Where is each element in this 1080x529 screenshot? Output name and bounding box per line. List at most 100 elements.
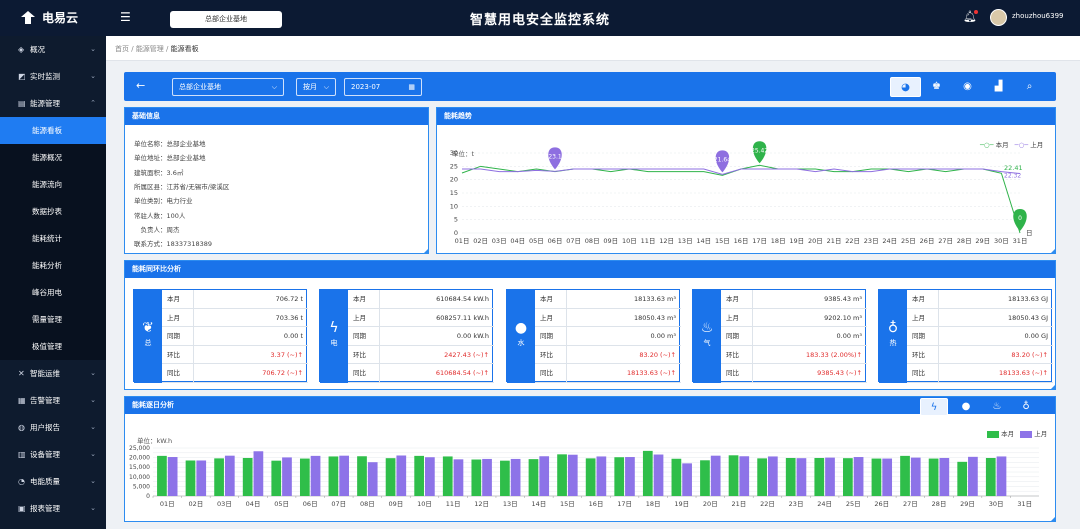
bar-本月 <box>271 460 282 496</box>
info-line: 单位名称：总部企业基地 <box>134 140 206 148</box>
bar-上月 <box>539 456 550 496</box>
card-row-value: 9385.43 m³ <box>824 295 862 303</box>
x-tick-label: 23日 <box>789 500 804 508</box>
bar-上月 <box>825 457 835 496</box>
pie-chart-view-button[interactable]: ◕ <box>890 77 921 97</box>
sidebar-item-3[interactable]: ✕ 智能运维 ⌄ <box>0 360 106 387</box>
sidebar-item-5[interactable]: ◍ 用户报告 ⌄ <box>0 414 106 441</box>
bar-上月 <box>425 457 435 496</box>
card-row: 本月 610684.54 kW.h <box>348 290 494 309</box>
bar-本月 <box>985 457 996 496</box>
sidebar-subitem-0[interactable]: 能源看板 <box>0 117 106 144</box>
chevron-down-icon: ⌄ <box>90 504 96 512</box>
sidebar-subitem-6[interactable]: 峰谷用电 <box>0 279 106 306</box>
sidebar-item-7[interactable]: ◔ 电能质量 ⌄ <box>0 468 106 495</box>
bar-本月 <box>414 455 425 496</box>
x-tick-label: 10日 <box>417 500 432 508</box>
org-filter-select[interactable]: 总部企业基地 ⌵ <box>172 78 284 96</box>
card-row-value: 9202.10 m³ <box>824 313 862 322</box>
bar-本月 <box>728 455 739 496</box>
chevron-down-icon: ⌄ <box>90 72 96 80</box>
bar-上月 <box>882 458 893 496</box>
card-row-value: 0.00 m³ <box>650 332 676 341</box>
x-tick-label: 13日 <box>678 237 693 245</box>
x-tick-label: 17日 <box>617 500 632 508</box>
info-line: 负责人：周杰 <box>134 225 180 234</box>
sidebar-subitem-2[interactable]: 能源流向 <box>0 171 106 198</box>
card-row: 本月 9385.43 m³ <box>721 290 867 309</box>
sidebar-item-1[interactable]: ◩ 实时监测 ⌄ <box>0 63 106 90</box>
water-filter-button[interactable]: ● <box>952 398 980 416</box>
search-report-button[interactable]: ⌕ <box>1014 77 1045 97</box>
heat-filter-button[interactable]: ♁ <box>1012 398 1040 416</box>
card-row-key: 上月 <box>907 308 939 327</box>
x-tick-label: 17日 <box>752 237 767 245</box>
card-row: 同期 0.00 GJ <box>907 327 1053 346</box>
energy-icon: ▤ <box>18 99 26 108</box>
leaf-icon: ❦ <box>142 320 154 336</box>
org-view-button[interactable]: ▟ <box>983 77 1014 97</box>
x-tick-label: 22日 <box>845 237 860 245</box>
card-row-key: 环比 <box>348 345 380 364</box>
bar-本月 <box>614 457 625 496</box>
electricity-filter-button[interactable]: ϟ <box>920 398 948 416</box>
x-tick-label: 24日 <box>882 237 897 245</box>
card-row: 上月 703.36 t <box>162 308 308 328</box>
sidebar-item-6[interactable]: ▥ 设备管理 ⌄ <box>0 441 106 468</box>
card-row: 环比 183.33 (2.00%)↑ <box>721 345 867 365</box>
sidebar-subitem-1[interactable]: 能源概况 <box>0 144 106 171</box>
y-tick-label: 15,000 <box>129 464 150 471</box>
avatar[interactable] <box>990 9 1007 26</box>
card-row-key: 上月 <box>348 308 380 327</box>
x-tick-label: 31日 <box>1013 237 1028 245</box>
breadcrumb-home[interactable]: 首页 <box>115 45 129 53</box>
person-view-button[interactable]: ♚ <box>921 77 952 97</box>
period-select[interactable]: 按月 ⌵ <box>296 78 336 96</box>
sidebar-subitem-8[interactable]: 极值管理 <box>0 333 106 360</box>
breadcrumb-section[interactable]: 能源管理 <box>136 45 164 53</box>
x-tick-label: 15日 <box>715 237 730 245</box>
gas-filter-button[interactable]: ♨ <box>983 398 1011 416</box>
x-tick-label: 21日 <box>827 237 842 245</box>
x-tick-label: 23日 <box>864 237 879 245</box>
card-row: 本月 18133.63 GJ <box>907 290 1053 309</box>
x-tick-label: 10日 <box>622 237 637 245</box>
x-tick-label: 03日 <box>217 500 232 508</box>
sidebar-subitem-3[interactable]: 数据抄表 <box>0 198 106 225</box>
card-row-value: 83.20 (~)↑ <box>1011 350 1048 359</box>
bar-本月 <box>242 457 253 496</box>
x-tick-label: 27日 <box>938 237 953 245</box>
x-tick-label: 19日 <box>789 237 804 245</box>
sidebar-item-8[interactable]: ▣ 报表管理 ⌄ <box>0 495 106 522</box>
info-line: 联系方式：18337318389 <box>134 240 212 249</box>
back-arrow-icon[interactable]: ← <box>136 79 145 92</box>
bar-本月 <box>557 454 567 496</box>
x-tick-label: 24日 <box>817 500 832 508</box>
sidebar-item-4[interactable]: ▦ 告警管理 ⌄ <box>0 387 106 414</box>
sidebar-subitem-5[interactable]: 能耗分析 <box>0 252 106 279</box>
x-tick-label: 04日 <box>246 500 261 508</box>
sidebar-item-2[interactable]: ▤ 能源管理 ⌃ <box>0 90 106 117</box>
card-row: 上月 608257.11 kW.h <box>348 308 494 328</box>
card-row-key: 本月 <box>907 290 939 308</box>
sidebar-subitem-4[interactable]: 能耗统计 <box>0 225 106 252</box>
card-row-key: 本月 <box>721 290 753 308</box>
date-picker[interactable]: 2023-07 ▦ <box>344 78 422 96</box>
y-tick-label: 0 <box>146 493 150 500</box>
sidebar-subitem-7[interactable]: 需量管理 <box>0 306 106 333</box>
x-tick-label: 14日 <box>696 237 711 245</box>
bar-上月 <box>567 454 578 496</box>
card-row: 同比 610684.54 (~)↑ <box>348 364 494 383</box>
card-row-key: 同比 <box>907 364 939 383</box>
card-row: 环比 2427.43 (~)↑ <box>348 345 494 365</box>
gauge-view-button[interactable]: ◉ <box>952 77 983 97</box>
card-row-key: 同期 <box>162 327 194 346</box>
bar-本月 <box>843 458 853 496</box>
card-row-value: 0.00 kW.h <box>456 332 489 341</box>
sidebar-item-0[interactable]: ◈ 概况 ⌄ <box>0 36 106 63</box>
y-tick-label: 20 <box>450 176 458 184</box>
username[interactable]: zhouzhou6399 <box>1012 12 1063 20</box>
card-row-key: 同期 <box>348 327 380 346</box>
marker-label: 21.64 <box>714 156 731 163</box>
x-tick-label: 06日 <box>548 237 563 245</box>
